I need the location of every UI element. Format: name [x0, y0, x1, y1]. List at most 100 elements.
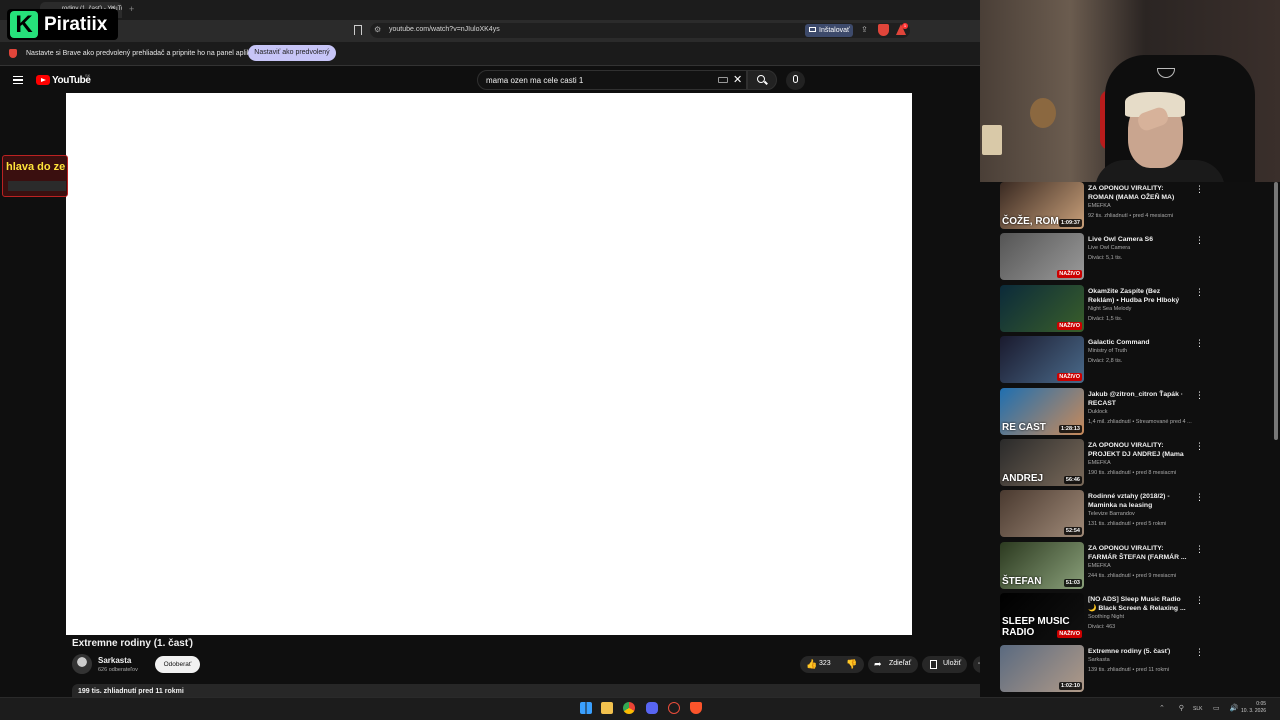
keyboard-language[interactable]: SLK	[1193, 706, 1202, 712]
recommended-item[interactable]: ŠTEFAN 51:03 ZA OPONOU VIRALITY: FARMÁR ŠT…	[1000, 541, 1270, 591]
site-settings-icon[interactable]: ⚙	[374, 25, 381, 34]
stream-side-bar	[8, 181, 66, 191]
save-icon[interactable]	[930, 660, 937, 669]
clock-time[interactable]: 0:05	[1241, 701, 1266, 708]
recommended-title[interactable]: Jakub @zitron_citron Ťapák · RECAST	[1088, 390, 1188, 408]
recommended-item[interactable]: NAŽIVO Okamžite Zaspíte (Bez Reklám) • Hu…	[1000, 284, 1270, 334]
discord-icon[interactable]	[646, 702, 658, 714]
recommended-thumbnail[interactable]: ČOŽE, ROM 1:09:37	[1000, 182, 1084, 229]
clock[interactable]: 0:05 10. 3. 2026	[1241, 701, 1266, 715]
share-page-icon[interactable]: ⇪	[861, 25, 868, 34]
more-options-icon[interactable]: ⋮	[1195, 287, 1204, 298]
recommended-thumbnail[interactable]: NAŽIVO	[1000, 336, 1084, 384]
thumbnail-caption: ČOŽE, ROM	[1002, 216, 1059, 227]
recommended-channel[interactable]: Duklock	[1088, 409, 1108, 415]
recommended-channel[interactable]: Soothing Night	[1088, 614, 1124, 620]
thumbs-up-icon[interactable]: 👍	[806, 659, 817, 670]
youtube-logo-icon[interactable]	[36, 75, 50, 85]
recommended-channel[interactable]: Ministry of Truth	[1088, 348, 1127, 354]
recommended-item[interactable]: ČOŽE, ROM 1:09:37 ZA OPONOU VIRALITY: ROMA…	[1000, 182, 1270, 231]
recommended-title[interactable]: [NO ADS] Sleep Music Radio 🌙 Black Scree…	[1088, 595, 1188, 613]
recommended-title[interactable]: Extremne rodiny (5. časť)	[1088, 647, 1188, 656]
channel-name[interactable]: Sarkasta	[98, 656, 131, 665]
recommended-item[interactable]: SLEEP MUSIC RADIO NAŽIVO [NO ADS] Sleep Mu…	[1000, 593, 1270, 642]
set-default-button[interactable]: Nastaviť ako predvolený	[248, 45, 336, 61]
recommended-item[interactable]: NAŽIVO Live Owl Camera S6 Live Owl Camera D…	[1000, 233, 1270, 282]
tab-bar	[0, 0, 980, 20]
recommended-item[interactable]: NAŽIVO Galactic Command Ministry of Truth D…	[1000, 336, 1270, 385]
new-tab-button[interactable]: +	[129, 4, 134, 14]
share-label[interactable]: Zdieľať	[889, 660, 911, 667]
more-options-icon[interactable]: ⋮	[1195, 390, 1204, 401]
recommended-meta: 92 tis. zhliadnutí • pred 4 mesiacmi	[1088, 213, 1174, 219]
recommended-title[interactable]: Live Owl Camera S6	[1088, 235, 1188, 244]
recommended-thumbnail[interactable]: 1:02:10	[1000, 644, 1084, 692]
webcam-teddy-bear	[1030, 98, 1056, 128]
recommended-channel[interactable]: Televize Barrandov	[1088, 511, 1135, 517]
menu-icon[interactable]	[13, 76, 23, 84]
recommended-channel[interactable]: EMEFKA	[1088, 460, 1111, 466]
recommended-title[interactable]: Okamžite Zaspíte (Bez Reklám) • Hudba Pr…	[1088, 287, 1188, 305]
recommended-title[interactable]: ZA OPONOU VIRALITY: ROMAN (MAMA OŽEŇ MA)	[1088, 184, 1188, 202]
recommended-thumbnail[interactable]: SLEEP MUSIC RADIO NAŽIVO	[1000, 593, 1084, 641]
search-query[interactable]: mama ozen ma cele casti 1	[486, 76, 583, 85]
recommended-channel[interactable]: Live Owl Camera	[1088, 245, 1130, 251]
clear-search-icon[interactable]: ✕	[733, 73, 742, 86]
brave-icon	[9, 49, 17, 58]
brave-shields-icon[interactable]	[878, 24, 889, 36]
recommended-channel[interactable]: EMEFKA	[1088, 563, 1111, 569]
keyboard-icon[interactable]	[718, 77, 728, 83]
more-options-icon[interactable]: ⋮	[1195, 595, 1204, 606]
webcam-mug	[982, 125, 1002, 155]
more-options-icon[interactable]: ⋮	[1195, 235, 1204, 246]
recommended-thumbnail[interactable]: ANDREJ 56:46	[1000, 439, 1084, 486]
steam-icon[interactable]	[668, 702, 680, 714]
share-icon[interactable]: ➦	[874, 659, 882, 670]
region-code: SK	[85, 73, 91, 78]
bookmark-icon[interactable]	[354, 25, 362, 35]
url-text[interactable]: youtube.com/watch?v=nJIuloXK4ys	[389, 26, 500, 33]
network-volume-icon[interactable]: ▭ 🔊	[1213, 704, 1242, 712]
subscribe-button[interactable]: Odoberať	[155, 656, 200, 673]
more-options-icon[interactable]: ⋮	[1195, 492, 1204, 503]
scrollbar[interactable]	[1274, 182, 1278, 440]
recommended-item[interactable]: 1:02:10 Extremne rodiny (5. časť) Sarkasta…	[1000, 644, 1270, 694]
recommended-channel[interactable]: EMEFKA	[1088, 203, 1111, 209]
recommended-item[interactable]: 52:54 Rodinné vztahy (2018/2) - Maminka n…	[1000, 490, 1270, 539]
channel-avatar[interactable]	[72, 654, 92, 674]
recommended-thumbnail[interactable]: RE CAST 1:28:13	[1000, 387, 1084, 435]
recommended-meta: Diváci: 1,5 tis.	[1088, 315, 1123, 322]
video-player[interactable]	[66, 93, 912, 635]
more-options-icon[interactable]: ⋮	[1195, 184, 1204, 195]
more-options-icon[interactable]: ⋮	[1195, 441, 1204, 452]
recommended-channel[interactable]: Night Sea Melody	[1088, 306, 1131, 312]
stream-side-text: hlava do ze	[6, 161, 66, 173]
like-count[interactable]: 323	[819, 660, 831, 667]
file-explorer-icon[interactable]	[601, 702, 613, 714]
more-options-icon[interactable]: ⋮	[1195, 338, 1204, 349]
recommended-meta: Diváci: 463	[1088, 624, 1116, 631]
more-options-icon[interactable]: ⋮	[1195, 647, 1204, 658]
search-icon[interactable]	[757, 75, 765, 83]
recommended-title[interactable]: ZA OPONOU VIRALITY: PROJEKT DJ ANDREJ (M…	[1088, 441, 1188, 459]
recommended-title[interactable]: ZA OPONOU VIRALITY: FARMÁR ŠTEFAN (FARMÁ…	[1088, 544, 1188, 562]
recommended-item[interactable]: RE CAST 1:28:13 Jakub @zitron_citron Ťapák…	[1000, 387, 1270, 437]
recommended-title[interactable]: Galactic Command	[1088, 338, 1188, 347]
recommended-item[interactable]: ANDREJ 56:46 ZA OPONOU VIRALITY: PROJEKT D…	[1000, 439, 1270, 488]
chrome-icon[interactable]	[623, 702, 635, 714]
brave-taskbar-icon[interactable]	[690, 702, 702, 714]
more-options-icon[interactable]: ⋮	[1195, 544, 1204, 555]
thumbs-down-icon[interactable]: 👎	[846, 659, 857, 670]
recommended-channel[interactable]: Sarkasta	[1088, 657, 1110, 663]
stream-logo-text: Piratiix	[44, 14, 108, 35]
recommended-thumbnail[interactable]: 52:54	[1000, 490, 1084, 538]
microphone-icon[interactable]	[793, 75, 798, 83]
recommended-thumbnail[interactable]: ŠTEFAN 51:03	[1000, 541, 1084, 589]
recommended-thumbnail[interactable]: NAŽIVO	[1000, 233, 1084, 281]
save-label[interactable]: Uložiť	[943, 660, 961, 667]
recommended-title[interactable]: Rodinné vztahy (2018/2) - Maminka na lea…	[1088, 492, 1188, 510]
tray-chevron-icon[interactable]: ⌃ ⚲	[1159, 704, 1190, 712]
windows-start-icon[interactable]	[580, 702, 592, 714]
recommended-thumbnail[interactable]: NAŽIVO	[1000, 284, 1084, 332]
clock-date[interactable]: 10. 3. 2026	[1241, 708, 1266, 715]
